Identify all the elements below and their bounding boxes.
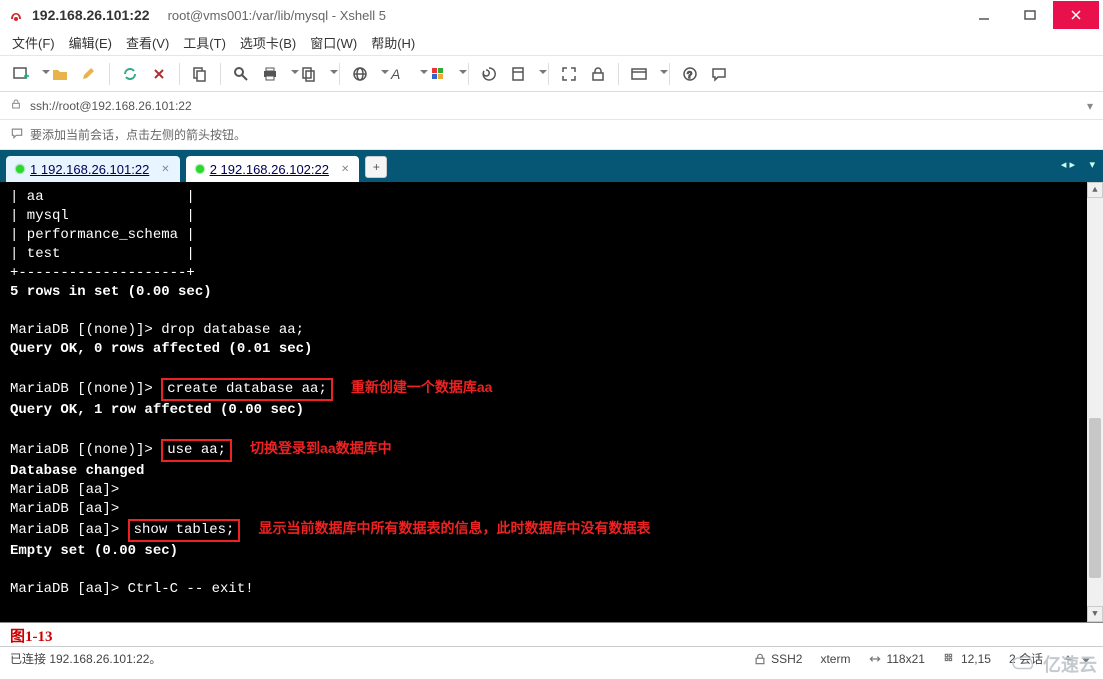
close-button[interactable]	[1053, 1, 1099, 29]
scroll-thumb[interactable]	[1089, 418, 1101, 578]
disconnect-button[interactable]	[146, 60, 172, 88]
layout-button[interactable]	[626, 60, 662, 88]
hint-text: 要添加当前会话，点击左侧的箭头按钮。	[30, 126, 246, 143]
tab-bar: 1 192.168.26.101:22 ✕ 2 192.168.26.102:2…	[0, 150, 1103, 182]
hint-add-icon[interactable]	[10, 126, 24, 143]
annotation-use: 切换登录到aa数据库中	[250, 440, 392, 456]
status-size: 118x21	[886, 652, 924, 666]
minimize-button[interactable]	[961, 1, 1007, 29]
tab-close-icon[interactable]: ✕	[341, 164, 349, 175]
svg-text:?: ?	[687, 70, 692, 80]
menu-help[interactable]: 帮助(H)	[371, 33, 415, 52]
title-host: 192.168.26.101:22	[32, 7, 150, 23]
new-tab-button[interactable]: +	[365, 156, 387, 178]
terminal-scrollbar[interactable]: ▲ ▼	[1087, 182, 1103, 622]
highlight-use: use aa;	[161, 439, 232, 462]
font-button[interactable]: A	[386, 60, 422, 88]
menu-bar: 文件(F) 编辑(E) 查看(V) 工具(T) 选项卡(B) 窗口(W) 帮助(…	[0, 30, 1103, 56]
help-button[interactable]: ?	[677, 60, 703, 88]
app-icon	[8, 7, 24, 23]
status-bar: 已连接 192.168.26.101:22。 SSH2 xterm 118x21…	[0, 646, 1103, 670]
status-pos: 12,15	[961, 652, 991, 666]
address-bar: ssh://root@192.168.26.101:22 ▾	[0, 92, 1103, 120]
menu-tabs[interactable]: 选项卡(B)	[240, 33, 296, 52]
toolbar: A ?	[0, 56, 1103, 92]
menu-edit[interactable]: 编辑(E)	[69, 33, 112, 52]
terminal-output[interactable]: | aa | | mysql | | performance_schema | …	[0, 182, 1103, 622]
swirl-button[interactable]	[476, 60, 502, 88]
svg-text:A: A	[390, 66, 400, 82]
find-button[interactable]	[228, 60, 254, 88]
status-term: xterm	[820, 652, 850, 666]
title-path: root@vms001:/var/lib/mysql - Xshell 5	[168, 8, 386, 23]
title-bar: 192.168.26.101:22 root@vms001:/var/lib/m…	[0, 0, 1103, 30]
cursor-icon	[943, 652, 957, 666]
copy-button[interactable]	[296, 60, 332, 88]
status-dot-icon	[196, 165, 204, 173]
language-button[interactable]	[347, 60, 383, 88]
compose-button[interactable]	[76, 60, 102, 88]
bookmark-button[interactable]	[505, 60, 541, 88]
print-button[interactable]	[257, 60, 293, 88]
tab-nav-icon[interactable]: ◂ ▸	[1061, 158, 1075, 171]
lock-icon	[753, 652, 767, 666]
maximize-button[interactable]	[1007, 1, 1053, 29]
lock-icon	[10, 98, 22, 113]
properties-button[interactable]	[187, 60, 213, 88]
open-button[interactable]	[47, 60, 73, 88]
figure-label: 图1-13	[0, 622, 1103, 646]
new-session-button[interactable]	[8, 60, 44, 88]
status-dot-icon	[16, 165, 24, 173]
highlight-create: create database aa;	[161, 378, 333, 401]
menu-file[interactable]: 文件(F)	[12, 33, 55, 52]
address-dropdown-icon[interactable]: ▾	[1087, 99, 1093, 113]
color-button[interactable]	[425, 60, 461, 88]
menu-tools[interactable]: 工具(T)	[183, 33, 226, 52]
menu-view[interactable]: 查看(V)	[126, 33, 169, 52]
size-icon	[868, 652, 882, 666]
reconnect-button[interactable]	[117, 60, 143, 88]
session-tab-1[interactable]: 1 192.168.26.101:22 ✕	[6, 156, 180, 182]
fullscreen-button[interactable]	[556, 60, 582, 88]
annotation-show: 显示当前数据库中所有数据表的信息，此时数据库中没有数据表	[258, 520, 650, 536]
address-url[interactable]: ssh://root@192.168.26.101:22	[30, 99, 192, 113]
annotation-create: 重新创建一个数据库aa	[351, 379, 493, 395]
lock-button[interactable]	[585, 60, 611, 88]
session-tab-2[interactable]: 2 192.168.26.102:22 ✕	[186, 156, 360, 182]
watermark: 亿速云	[1009, 651, 1097, 677]
feedback-button[interactable]	[706, 60, 732, 88]
hint-bar: 要添加当前会话，点击左侧的箭头按钮。	[0, 120, 1103, 150]
status-protocol: SSH2	[771, 652, 802, 666]
tab-menu-icon[interactable]: ▾	[1089, 158, 1095, 171]
highlight-show: show tables;	[128, 519, 241, 542]
scroll-down-icon[interactable]: ▼	[1087, 606, 1103, 622]
scroll-up-icon[interactable]: ▲	[1087, 182, 1103, 198]
tab-close-icon[interactable]: ✕	[161, 164, 169, 175]
status-connection: 已连接 192.168.26.101:22。	[10, 650, 735, 667]
menu-window[interactable]: 窗口(W)	[310, 33, 357, 52]
